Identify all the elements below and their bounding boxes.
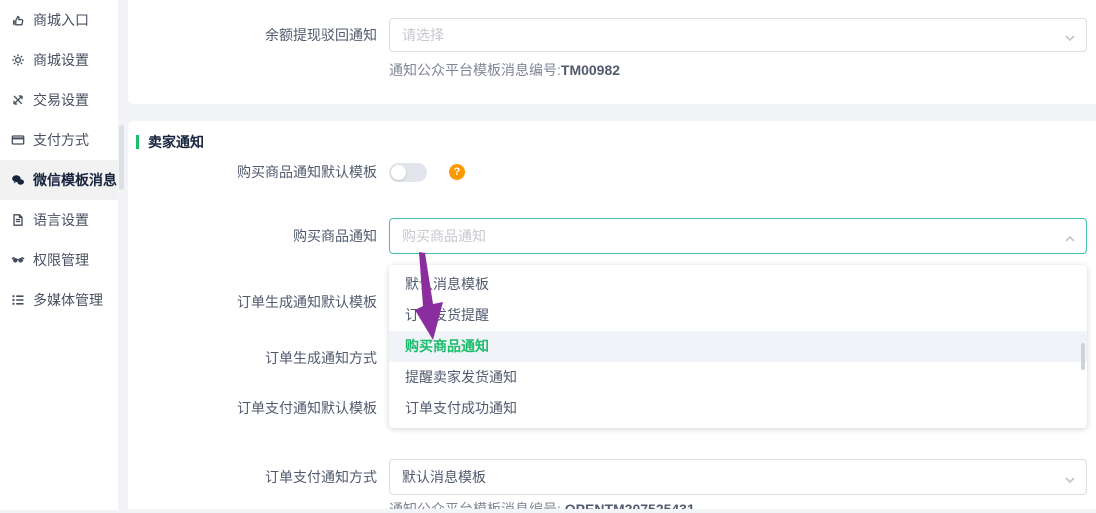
eye-mask-icon — [10, 253, 26, 267]
hint-text: 通知公众平台模板消息编号: — [389, 62, 561, 78]
order-paid-method-select[interactable]: 默认消息模板 — [389, 459, 1087, 495]
sidebar-item-mall-entry[interactable]: 商城入口 — [0, 0, 118, 40]
purchase-notice-dropdown: 默认消息模板 订单发货提醒 购买商品通知 提醒卖家发货通知 订单支付成功通知 — [389, 265, 1087, 428]
section-header: 卖家通知 — [136, 132, 204, 152]
seller-notifications-card: 卖家通知 购买商品通知默认模板 ? 购买商品通知 购买商品通知 订单生成通知默认… — [128, 121, 1096, 509]
dropdown-scrollbar-thumb[interactable] — [1081, 343, 1085, 370]
wechat-template-settings-page: { "sidebar": { "items": [ { "label": "商城… — [0, 0, 1096, 513]
template-code: OPENTM207525431 — [565, 501, 695, 509]
template-code-hint: 通知公众平台模板消息编号: OPENTM207525431 — [389, 499, 695, 509]
document-icon — [10, 213, 26, 227]
select-placeholder: 购买商品通知 — [402, 226, 486, 246]
credit-card-icon — [10, 133, 26, 147]
sidebar-item-multimedia-management[interactable]: 多媒体管理 — [0, 280, 118, 320]
sidebar-item-label: 支付方式 — [33, 130, 89, 150]
select-value: 默认消息模板 — [402, 467, 486, 487]
chat-bubbles-icon — [10, 173, 26, 187]
sidebar-item-label: 权限管理 — [33, 250, 89, 270]
select-placeholder: 请选择 — [402, 25, 444, 45]
purchase-default-template-label: 购买商品通知默认模板 — [128, 162, 389, 182]
chevron-down-icon — [1064, 472, 1076, 482]
withdraw-notice-row: 余额提现驳回通知 请选择 — [128, 18, 1096, 52]
sidebar-item-wechat-template-messages[interactable]: 微信模板消息 — [0, 160, 118, 200]
dropdown-option[interactable]: 订单支付成功通知 — [389, 393, 1087, 424]
section-title: 卖家通知 — [148, 132, 204, 152]
withdraw-notice-card: 余额提现驳回通知 请选择 通知公众平台模板消息编号:TM00982 — [128, 0, 1096, 104]
thumb-up-icon — [10, 13, 26, 27]
sidebar-item-permission-management[interactable]: 权限管理 — [0, 240, 118, 280]
hint-text: 通知公众平台模板消息编号: — [389, 501, 565, 509]
template-code-hint: 通知公众平台模板消息编号:TM00982 — [389, 60, 620, 80]
order-paid-template-label: 订单支付通知默认模板 — [128, 398, 377, 418]
withdraw-notice-label: 余额提现驳回通知 — [128, 25, 389, 45]
list-icon — [10, 293, 26, 307]
sidebar: 商城入口 商城设置 交易设置 支付方式 微信模板消息 语言设置 权限管理 — [0, 0, 118, 510]
exchange-arrows-icon — [10, 93, 26, 107]
dropdown-option[interactable]: 提醒卖家发货通知 — [389, 362, 1087, 393]
dropdown-option[interactable]: 订单发货提醒 — [389, 300, 1087, 331]
sidebar-item-label: 商城入口 — [33, 10, 89, 30]
gear-icon — [10, 53, 26, 67]
order-created-template-label: 订单生成通知默认模板 — [128, 292, 377, 312]
help-question-icon[interactable]: ? — [449, 164, 465, 180]
section-accent-bar — [136, 135, 139, 149]
order-created-method-label: 订单生成通知方式 — [128, 348, 377, 368]
sidebar-item-label: 多媒体管理 — [33, 290, 103, 310]
sidebar-item-label: 微信模板消息 — [33, 170, 117, 190]
order-paid-method-label: 订单支付通知方式 — [128, 467, 389, 487]
sidebar-item-label: 交易设置 — [33, 90, 89, 110]
purchase-default-template-toggle[interactable] — [389, 163, 427, 182]
sidebar-scrollbar-thumb[interactable] — [119, 125, 124, 190]
sidebar-item-payment-methods[interactable]: 支付方式 — [0, 120, 118, 160]
sidebar-item-label: 语言设置 — [33, 210, 89, 230]
dropdown-option-selected[interactable]: 购买商品通知 — [389, 331, 1087, 362]
chevron-down-icon — [1064, 30, 1076, 40]
purchase-default-template-row: 购买商品通知默认模板 ? — [128, 162, 1096, 182]
withdraw-notice-select[interactable]: 请选择 — [389, 18, 1087, 52]
order-paid-method-row: 订单支付通知方式 默认消息模板 — [128, 459, 1096, 495]
dropdown-option[interactable]: 默认消息模板 — [389, 269, 1087, 300]
sidebar-item-trade-settings[interactable]: 交易设置 — [0, 80, 118, 120]
purchase-notice-label: 购买商品通知 — [128, 226, 389, 246]
template-code: TM00982 — [561, 62, 620, 78]
sidebar-item-label: 商城设置 — [33, 50, 89, 70]
sidebar-item-language-settings[interactable]: 语言设置 — [0, 200, 118, 240]
purchase-notice-row: 购买商品通知 购买商品通知 — [128, 218, 1096, 254]
sidebar-item-mall-settings[interactable]: 商城设置 — [0, 40, 118, 80]
chevron-up-icon — [1064, 231, 1076, 241]
purchase-notice-select[interactable]: 购买商品通知 — [389, 218, 1087, 254]
toggle-knob — [391, 165, 406, 180]
